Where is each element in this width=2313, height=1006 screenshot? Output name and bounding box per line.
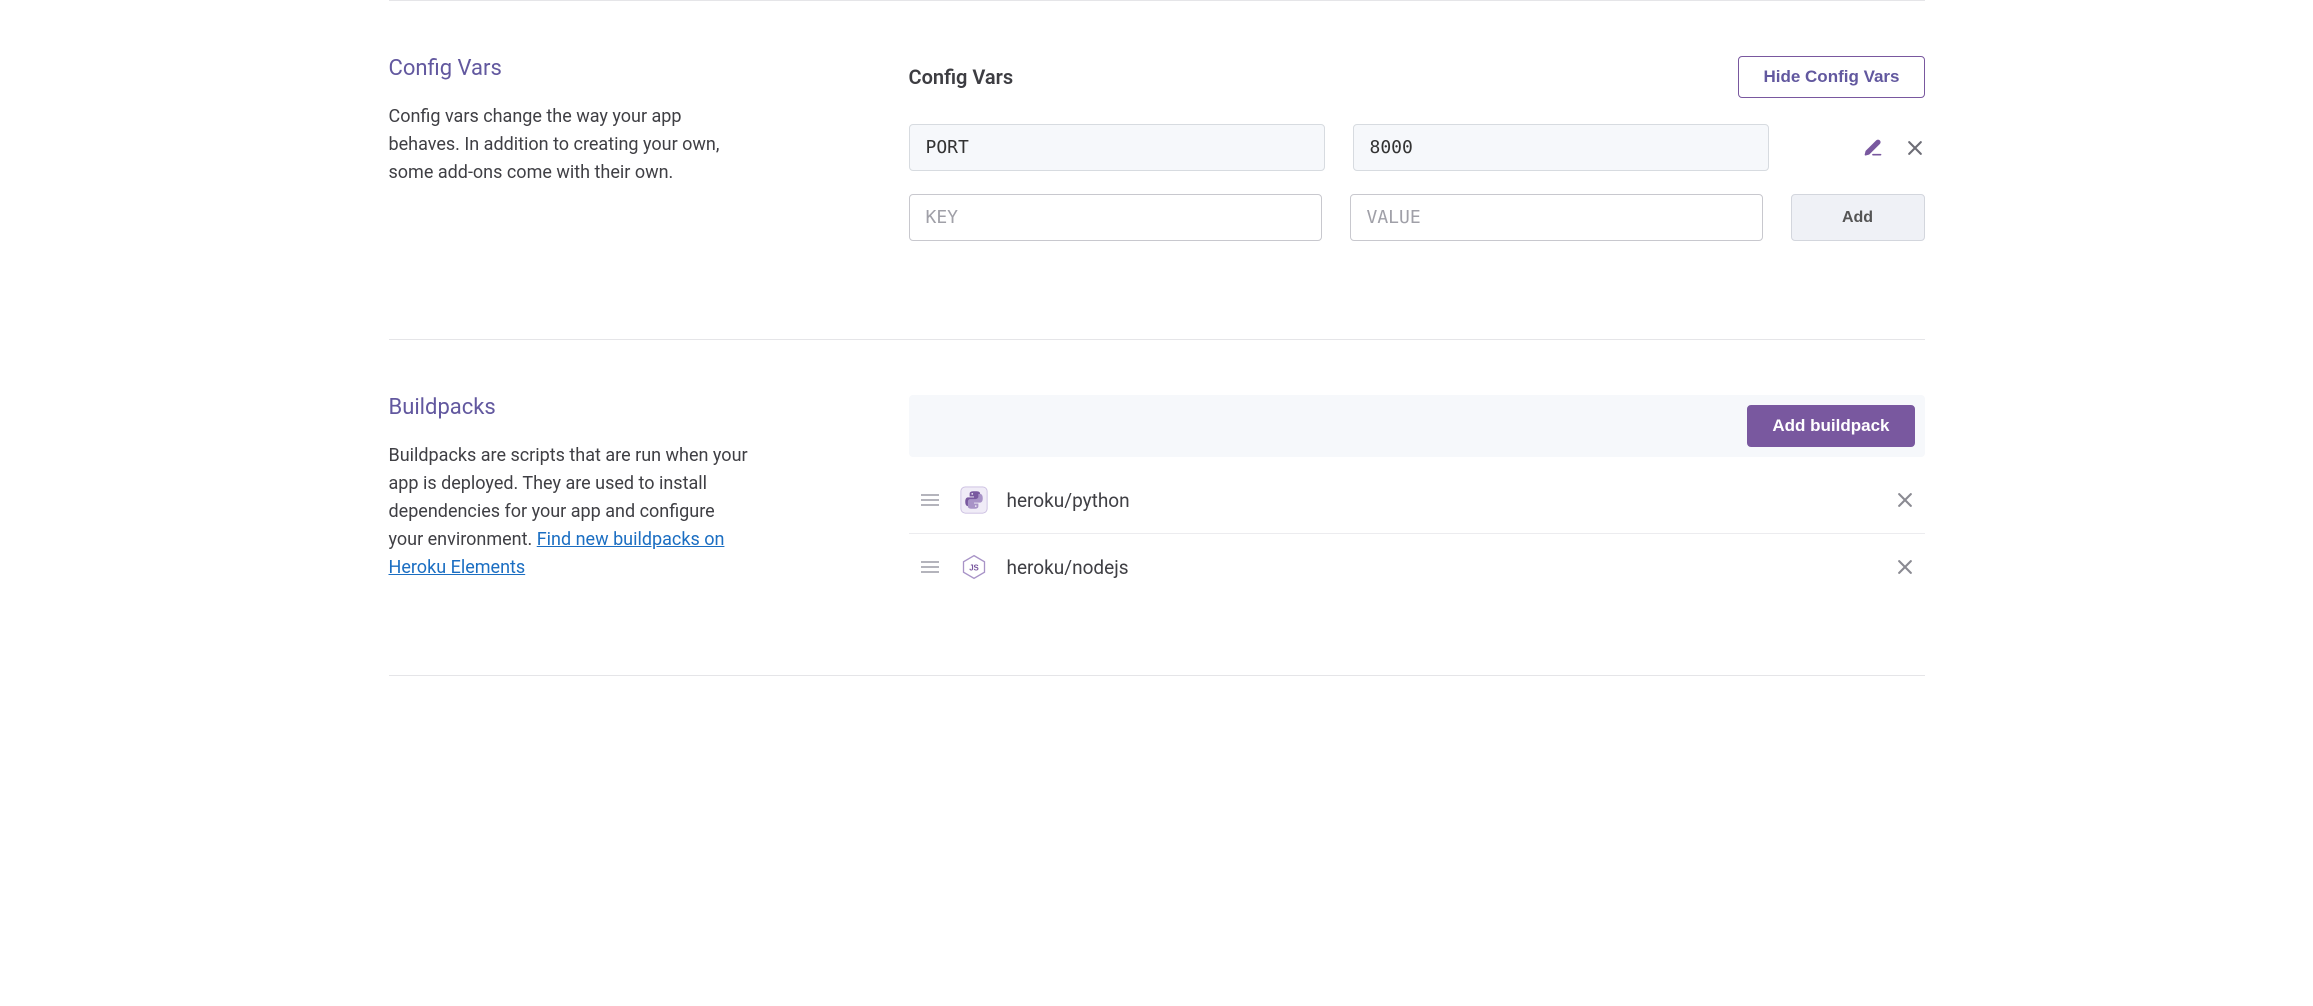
add-buildpack-button[interactable]: Add buildpack <box>1747 405 1914 447</box>
svg-text:JS: JS <box>969 564 979 573</box>
hide-config-vars-button[interactable]: Hide Config Vars <box>1738 56 1924 98</box>
close-icon[interactable] <box>1895 490 1915 510</box>
config-vars-sidebar: Config Vars Config vars change the way y… <box>389 56 909 264</box>
buildpacks-description: Buildpacks are scripts that are run when… <box>389 442 749 581</box>
config-vars-panel: Config Vars Hide Config Vars A <box>909 56 1925 264</box>
buildpacks-section: Buildpacks Buildpacks are scripts that a… <box>389 340 1925 675</box>
config-vars-title: Config Vars <box>389 56 869 81</box>
edit-icon[interactable] <box>1863 138 1883 158</box>
config-var-value-input[interactable] <box>1350 194 1763 241</box>
close-icon[interactable] <box>1895 557 1915 577</box>
section-divider-bottom <box>389 675 1925 676</box>
config-var-key-input[interactable] <box>909 194 1322 241</box>
config-var-row <box>909 124 1925 171</box>
buildpack-name: heroku/python <box>1007 489 1877 512</box>
config-var-actions <box>1797 124 1925 171</box>
buildpack-name: heroku/nodejs <box>1007 556 1877 579</box>
add-config-var-button[interactable]: Add <box>1791 194 1925 241</box>
nodejs-icon: JS <box>959 552 989 582</box>
buildpacks-panel: Add buildpack heroku/python <box>909 395 1925 600</box>
buildpacks-list: heroku/python JS heroku/nodejs <box>909 467 1925 600</box>
config-vars-description: Config vars change the way your app beha… <box>389 103 749 187</box>
python-icon <box>959 485 989 515</box>
buildpacks-sidebar: Buildpacks Buildpacks are scripts that a… <box>389 395 909 600</box>
config-var-new-row: Add <box>909 194 1925 241</box>
config-vars-header-title: Config Vars <box>909 65 1014 89</box>
buildpacks-title: Buildpacks <box>389 395 869 420</box>
close-icon[interactable] <box>1905 138 1925 158</box>
buildpacks-toolbar: Add buildpack <box>909 395 1925 457</box>
config-var-value[interactable] <box>1353 124 1769 171</box>
config-vars-header: Config Vars Hide Config Vars <box>909 56 1925 98</box>
buildpack-row: JS heroku/nodejs <box>909 534 1925 600</box>
config-var-key[interactable] <box>909 124 1325 171</box>
drag-handle-icon[interactable] <box>919 491 941 509</box>
config-vars-section: Config Vars Config vars change the way y… <box>389 1 1925 339</box>
drag-handle-icon[interactable] <box>919 558 941 576</box>
buildpack-row: heroku/python <box>909 467 1925 534</box>
